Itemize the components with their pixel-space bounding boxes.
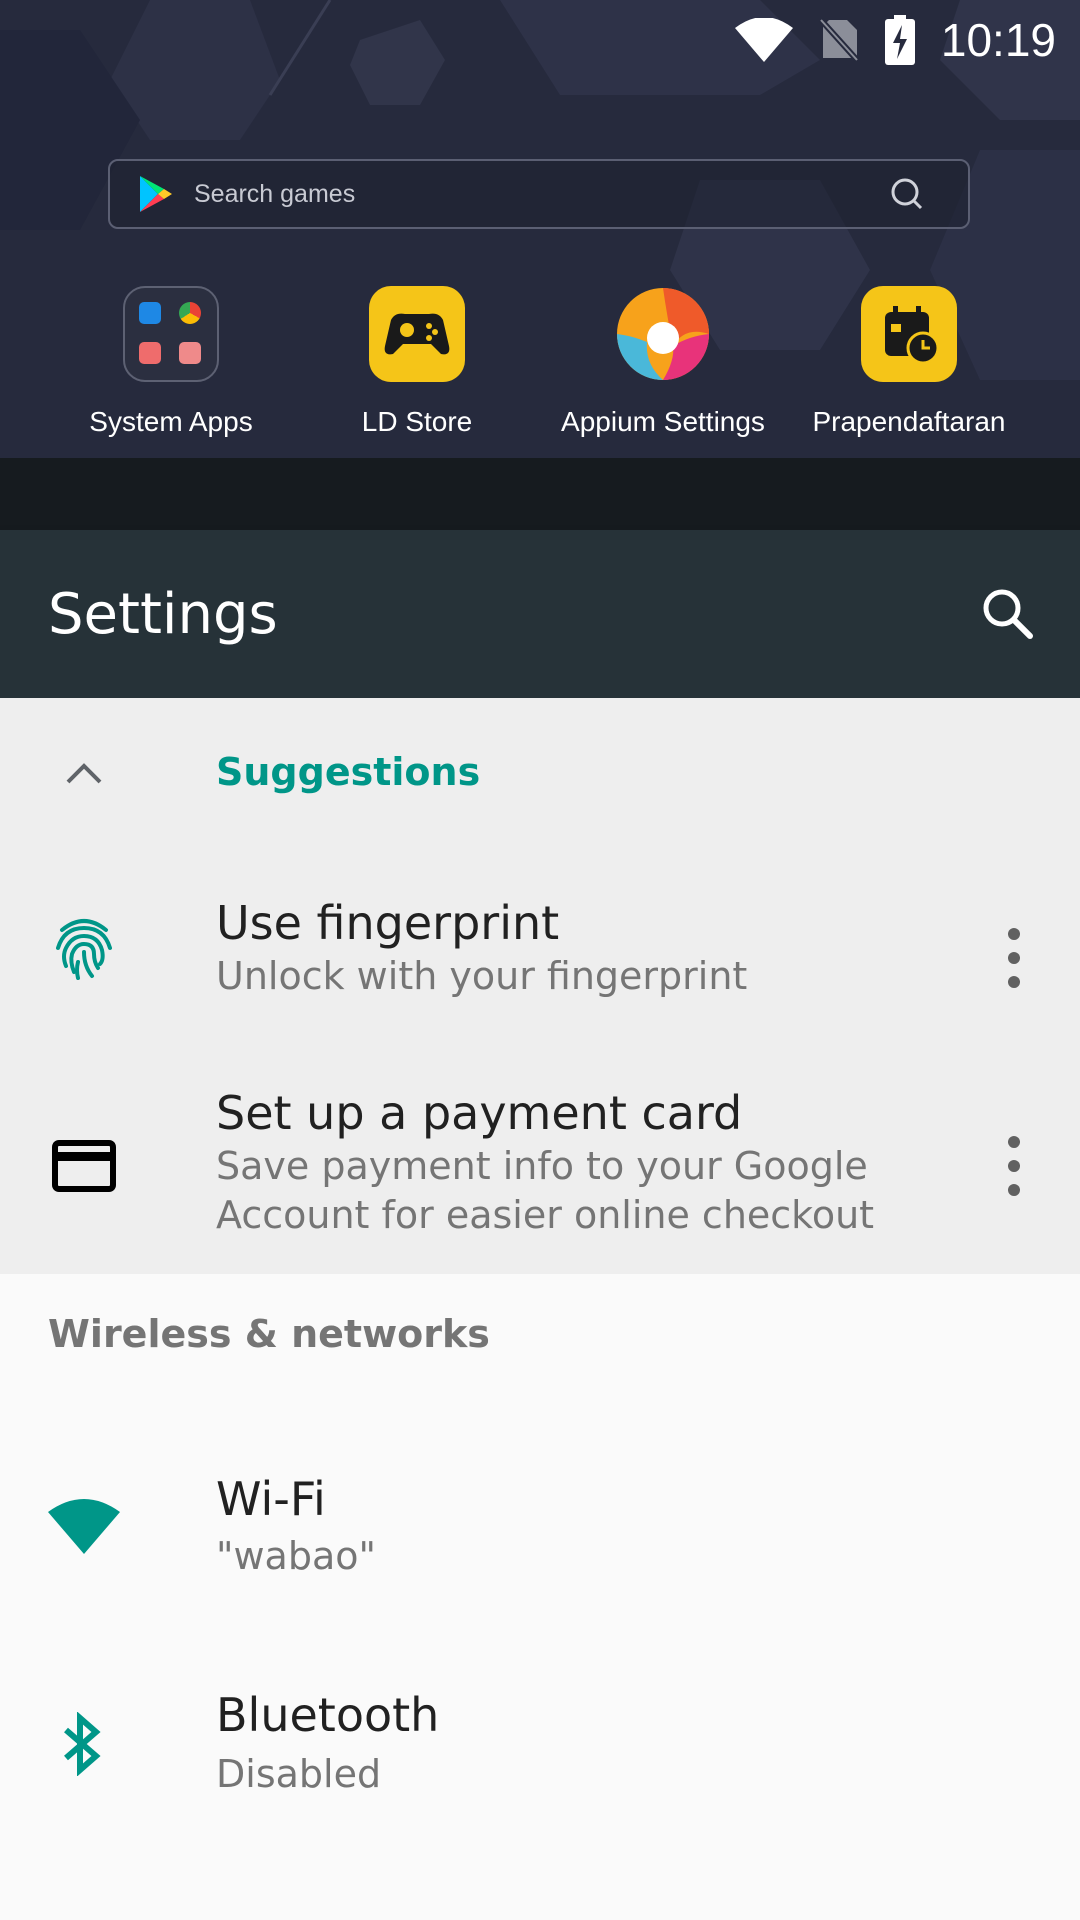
no-sim-icon bbox=[818, 18, 859, 62]
settings-toolbar: Settings bbox=[0, 530, 1080, 698]
search-placeholder: Search games bbox=[194, 179, 356, 208]
search-icon[interactable] bbox=[972, 578, 1044, 650]
more-options-icon[interactable] bbox=[984, 918, 1044, 998]
launcher-background: 10:19 Search games System Apps LD Store … bbox=[0, 0, 1080, 458]
games-search-bar[interactable]: Search games bbox=[108, 159, 970, 229]
suggestions-header[interactable]: Suggestions bbox=[0, 698, 1080, 848]
suggestion-summary-line1: Save payment info to your Google bbox=[216, 1144, 868, 1188]
gamepad-icon bbox=[369, 286, 465, 382]
chevron-up-icon[interactable] bbox=[60, 756, 108, 792]
more-options-icon[interactable] bbox=[984, 1126, 1044, 1206]
suggestion-summary: Unlock with your fingerprint bbox=[216, 954, 748, 998]
app-ld-store[interactable]: LD Store bbox=[307, 282, 527, 438]
suggestion-payment-card[interactable]: Set up a payment card Save payment info … bbox=[0, 1058, 1080, 1274]
suggestion-title: Use fingerprint bbox=[216, 896, 560, 950]
app-prapendaftaran[interactable]: Prapendaftaran bbox=[799, 282, 1019, 438]
calendar-clock-icon bbox=[861, 286, 957, 382]
app-label: Prapendaftaran bbox=[812, 406, 1006, 437]
setting-summary: Disabled bbox=[216, 1752, 382, 1796]
setting-wifi[interactable]: Wi-Fi "wabao" bbox=[0, 1420, 1080, 1620]
status-time: 10:19 bbox=[940, 14, 1056, 66]
app-label: Appium Settings bbox=[561, 406, 765, 437]
wifi-icon bbox=[48, 1499, 120, 1554]
folder-icon bbox=[123, 286, 219, 382]
app-shortcuts: System Apps LD Store Appium Settings Pra… bbox=[0, 282, 1080, 452]
suggestions-title: Suggestions bbox=[216, 750, 481, 794]
suggestion-fingerprint[interactable]: Use fingerprint Unlock with your fingerp… bbox=[0, 868, 1080, 1048]
wifi-full-icon bbox=[734, 18, 793, 62]
app-appium-settings[interactable]: Appium Settings bbox=[553, 282, 773, 438]
dock-strip bbox=[0, 458, 1080, 530]
app-system-apps[interactable]: System Apps bbox=[61, 282, 281, 438]
setting-summary: "wabao" bbox=[216, 1534, 376, 1578]
bluetooth-icon bbox=[64, 1712, 101, 1776]
play-store-icon bbox=[140, 176, 172, 212]
battery-charging-icon bbox=[884, 15, 915, 65]
app-label: System Apps bbox=[89, 406, 253, 437]
setting-bluetooth[interactable]: Bluetooth Disabled bbox=[0, 1640, 1080, 1840]
suggestion-title: Set up a payment card bbox=[216, 1086, 743, 1140]
app-label: LD Store bbox=[361, 406, 473, 437]
setting-title: Bluetooth bbox=[216, 1688, 440, 1742]
section-title-wireless: Wireless & networks bbox=[48, 1312, 490, 1356]
appium-logo-icon bbox=[615, 286, 711, 382]
status-bar: 10:19 bbox=[734, 10, 1056, 70]
search-icon[interactable] bbox=[890, 177, 924, 211]
suggestions-panel: Suggestions Use fingerprint Unlock with … bbox=[0, 698, 1080, 1274]
page-title: Settings bbox=[48, 582, 278, 647]
suggestion-summary-line2: Account for easier online checkout bbox=[216, 1193, 875, 1237]
fingerprint-icon bbox=[56, 919, 112, 980]
setting-title: Wi-Fi bbox=[216, 1472, 326, 1526]
credit-card-icon bbox=[52, 1140, 116, 1192]
